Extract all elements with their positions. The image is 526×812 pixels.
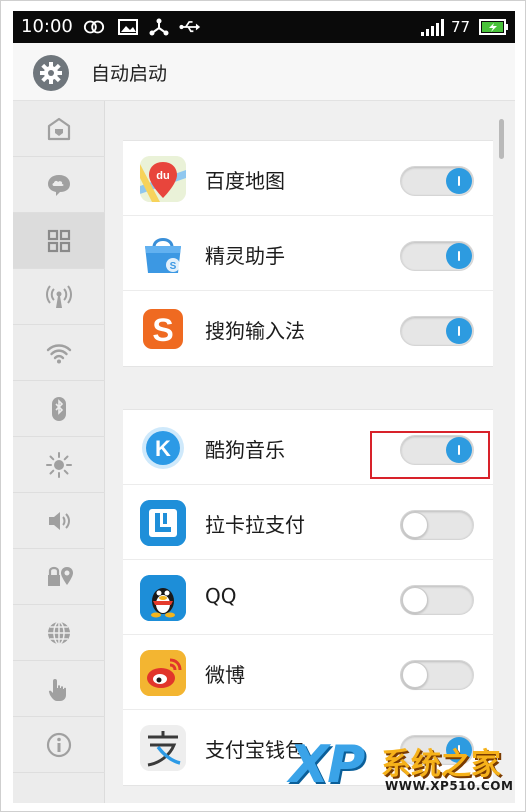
list-item: 拉卡拉支付 [123, 485, 493, 560]
network-share-icon [149, 18, 169, 36]
list-item: QQ [123, 560, 493, 635]
autostart-toggle[interactable] [400, 510, 474, 540]
baidu-map-icon: du [140, 156, 186, 202]
toggle-knob [446, 318, 472, 344]
app-header: 自动启动 [13, 43, 515, 101]
sidebar-item-home[interactable] [13, 101, 105, 157]
list-item: S 精灵助手 [123, 216, 493, 291]
sogou-icon: S [140, 306, 186, 352]
app-name: 百度地图 [205, 169, 285, 193]
cloud-chat-icon [48, 175, 70, 196]
sidebar-item-wifi[interactable] [13, 325, 105, 381]
grid-apps-icon [47, 229, 71, 253]
toggle-knob [402, 662, 428, 688]
status-bar: 10:00 77 [13, 11, 515, 43]
autostart-toggle[interactable] [400, 585, 474, 615]
scrollbar-thumb[interactable] [499, 119, 504, 159]
autostart-toggle[interactable] [400, 316, 474, 346]
svg-text:S: S [170, 261, 177, 272]
list-item: du 百度地图 [123, 141, 493, 216]
weibo-icon [140, 650, 186, 696]
volume-icon [49, 512, 70, 530]
sidebar-item-about[interactable] [13, 717, 105, 773]
image-icon [118, 19, 138, 35]
autostart-toggle[interactable] [400, 166, 474, 196]
app-name: 酷狗音乐 [205, 438, 285, 462]
svg-text:S: S [152, 312, 173, 348]
site-watermark: XP 系统之家 WWW.XP510.COM [289, 735, 515, 801]
qq-penguin-icon [140, 575, 186, 621]
app-name: 微博 [205, 663, 245, 687]
screenshot-frame: 10:00 77 自动启动 du 百度地图 S 精灵助手 S 搜狗输入法 K 酷… [0, 0, 526, 812]
touch-icon [48, 679, 66, 701]
toggle-knob [402, 512, 428, 538]
phone-screen: 10:00 77 自动启动 du 百度地图 S 精灵助手 S 搜狗输入法 K 酷… [13, 11, 515, 803]
list-item: S 搜狗输入法 [123, 291, 493, 366]
alipay-icon [140, 725, 186, 771]
app-name: 搜狗输入法 [205, 319, 305, 343]
autostart-toggle[interactable] [400, 241, 474, 271]
battery-icon [479, 19, 508, 35]
sidebar-item-apps[interactable] [13, 213, 105, 269]
sidebar-item-security-location[interactable] [13, 549, 105, 605]
usb-icon [179, 21, 201, 33]
list-item: 微博 [123, 635, 493, 710]
watermark-url: WWW.XP510.COM [385, 779, 514, 793]
toggle-knob [402, 587, 428, 613]
battery-level: 77 [451, 18, 471, 36]
toggle-knob [446, 168, 472, 194]
status-time: 10:00 [21, 16, 73, 37]
gear-icon [40, 62, 62, 84]
app-name: QQ [205, 584, 237, 608]
home-icon [47, 117, 71, 141]
settings-badge[interactable] [33, 55, 69, 91]
app-name: 拉卡拉支付 [205, 513, 305, 537]
globe-icon [48, 621, 70, 645]
watermark-logo: XP [289, 735, 365, 795]
signal-icon [421, 19, 444, 36]
shopping-bag-icon: S [140, 231, 186, 277]
app-group-1: du 百度地图 S 精灵助手 S 搜狗输入法 [123, 140, 493, 367]
infinity-icon [83, 20, 105, 34]
highlight-box [370, 431, 490, 479]
svg-text:K: K [155, 436, 171, 461]
sidebar-item-mobile-network[interactable] [13, 269, 105, 325]
info-icon [46, 732, 72, 758]
lock-location-icon [48, 566, 73, 586]
sidebar-item-display[interactable] [13, 437, 105, 493]
sidebar-item-sound[interactable] [13, 493, 105, 549]
settings-sidebar [13, 101, 105, 803]
lakala-icon [140, 500, 186, 546]
autostart-toggle[interactable] [400, 660, 474, 690]
page-title: 自动启动 [91, 63, 168, 85]
antenna-icon [46, 285, 72, 308]
wifi-icon [46, 344, 72, 364]
sidebar-item-cloud-chat[interactable] [13, 157, 105, 213]
svg-text:du: du [156, 170, 169, 182]
watermark-brand: 系统之家 [381, 747, 501, 782]
toggle-knob [446, 243, 472, 269]
brightness-icon [46, 452, 72, 478]
app-name: 精灵助手 [205, 244, 285, 268]
sidebar-item-language[interactable] [13, 605, 105, 661]
sidebar-item-gestures[interactable] [13, 661, 105, 717]
bluetooth-icon [52, 397, 66, 421]
sidebar-item-bluetooth[interactable] [13, 381, 105, 437]
kugou-icon: K [140, 425, 186, 471]
